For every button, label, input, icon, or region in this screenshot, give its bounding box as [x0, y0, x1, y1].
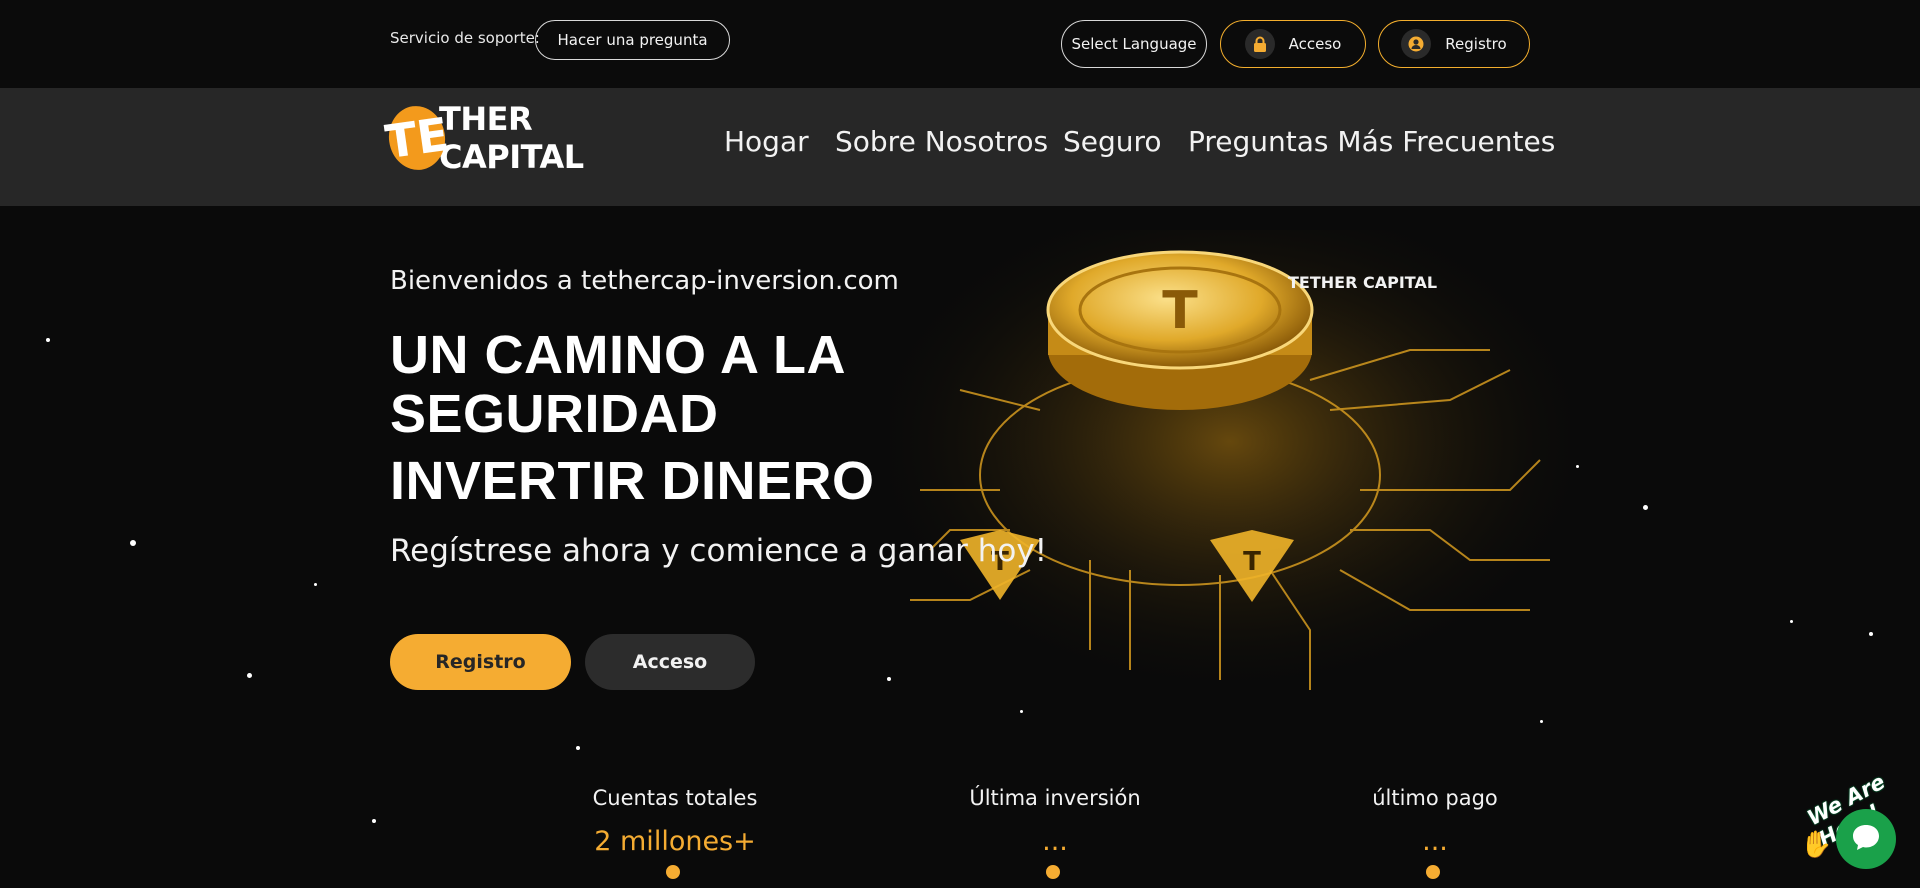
top-register-button[interactable]: Registro	[1378, 20, 1530, 68]
stat-title-last-payment: último pago	[1372, 786, 1498, 810]
select-language-button[interactable]: Select Language	[1061, 20, 1207, 68]
stat-title-total-accounts: Cuentas totales	[592, 786, 758, 810]
nav-item-seguro[interactable]: Seguro	[1063, 125, 1162, 158]
top-login-label: Acceso	[1288, 35, 1342, 53]
waving-hand-icon: ✋	[1800, 830, 1833, 860]
chat-icon	[1851, 823, 1881, 855]
top-login-button[interactable]: Acceso	[1220, 20, 1366, 68]
support-label: Servicio de soporte:	[390, 29, 540, 47]
stat-value-total-accounts: 2 millones+	[594, 826, 756, 857]
stat-value-last-payment: ...	[1422, 826, 1448, 857]
hero-register-button[interactable]: Registro	[390, 634, 571, 690]
stat-marker	[1426, 865, 1440, 879]
svg-text:T: T	[1162, 281, 1198, 341]
hero-login-button[interactable]: Acceso	[585, 634, 755, 690]
ask-question-button[interactable]: Hacer una pregunta	[535, 20, 730, 60]
hero-subtitle: Regístrese ahora y comience a ganar hoy!	[390, 533, 1048, 569]
headline-line-2: SEGURIDAD	[390, 384, 719, 444]
nav-item-preguntas[interactable]: Preguntas Más Frecuentes	[1188, 125, 1555, 158]
lock-icon	[1244, 29, 1275, 59]
nav-item-sobre-nosotros[interactable]: Sobre Nosotros	[835, 125, 1048, 158]
hero-coin-illustration: T T T TETHER CAPITAL	[890, 230, 1570, 700]
nav-item-hogar[interactable]: Hogar	[724, 125, 809, 158]
logo-text: THER CAPITAL	[439, 100, 584, 176]
user-icon	[1401, 29, 1432, 59]
top-bar: Servicio de soporte: Hacer una pregunta …	[0, 0, 1920, 88]
svg-text:T: T	[1243, 547, 1261, 577]
headline-line-1: UN CAMINO A LA	[390, 325, 846, 385]
stat-title-last-investment: Última inversión	[969, 786, 1141, 810]
brand-logo[interactable]: TE THER CAPITAL	[382, 100, 659, 176]
welcome-text: Bienvenidos a tethercap-inversion.com	[390, 266, 899, 296]
tether-coin: T	[1046, 250, 1314, 410]
headline-line-3: INVERTIR DINERO	[390, 451, 875, 511]
top-register-label: Registro	[1445, 35, 1507, 53]
stat-value-last-investment: ...	[1042, 826, 1068, 857]
chat-button[interactable]	[1836, 809, 1896, 869]
art-logo-text: TETHER CAPITAL	[1288, 273, 1437, 292]
stat-marker	[1046, 865, 1060, 879]
stat-marker	[666, 865, 680, 879]
